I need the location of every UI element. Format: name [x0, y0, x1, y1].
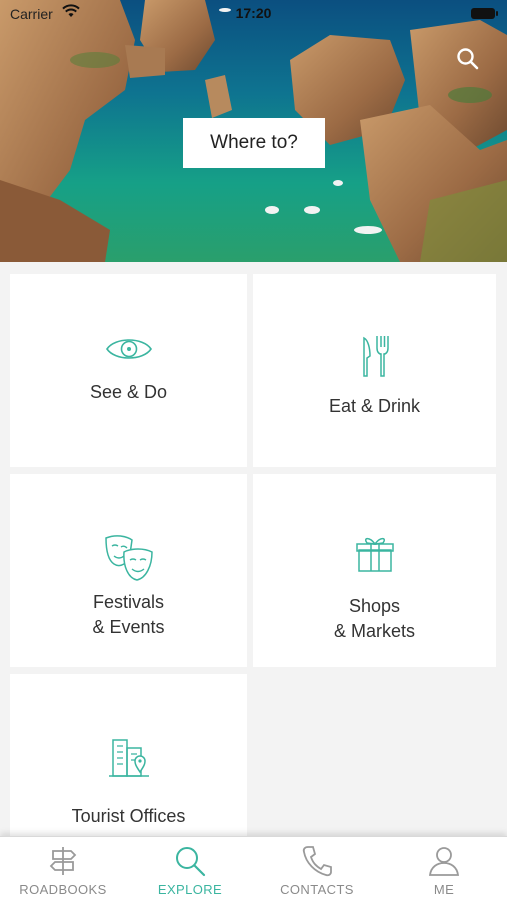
search-icon: [457, 48, 479, 70]
theater-masks-icon: [104, 535, 153, 581]
category-eat-and-drink[interactable]: Eat & Drink: [253, 274, 496, 467]
phone-icon: [302, 846, 332, 877]
search-button[interactable]: [455, 46, 481, 72]
where-to-button[interactable]: Where to?: [183, 118, 325, 168]
hero-image: Carrier 17:20 Where to?: [0, 0, 507, 262]
tab-bar: ROADBOOKS EXPLORE CONTACTS ME: [0, 836, 507, 900]
battery-icon: [471, 8, 498, 19]
user-icon: [428, 847, 460, 876]
category-label: See & Do: [89, 382, 168, 402]
tab-me[interactable]: ME: [381, 837, 507, 900]
tab-label: ROADBOOKS: [19, 882, 107, 897]
tab-label: ME: [433, 882, 455, 897]
category-label: Shops & Markets: [333, 596, 416, 641]
eye-icon: [105, 339, 152, 359]
category-label: Festivals & Events: [92, 592, 165, 637]
fork-knife-icon: [362, 336, 389, 377]
category-shops-and-markets[interactable]: Shops & Markets: [253, 474, 496, 667]
category-grid: See & Do Eat & Drink Festivals & Events: [0, 262, 507, 840]
building-pin-icon: [108, 739, 149, 777]
signpost-icon: [49, 847, 77, 875]
category-label: Eat & Drink: [328, 396, 421, 416]
tab-contacts[interactable]: CONTACTS: [254, 837, 380, 900]
category-see-and-do[interactable]: See & Do: [10, 274, 247, 467]
tab-explore[interactable]: EXPLORE: [127, 837, 253, 900]
search-icon: [176, 847, 206, 877]
status-time: 17:20: [235, 5, 272, 21]
tab-roadbooks[interactable]: ROADBOOKS: [0, 837, 126, 900]
category-tourist-offices[interactable]: Tourist Offices: [10, 674, 247, 840]
tab-label: EXPLORE: [157, 882, 223, 897]
gift-icon: [355, 537, 394, 572]
category-festivals-and-events[interactable]: Festivals & Events: [10, 474, 247, 667]
status-bar: Carrier 17:20: [0, 0, 507, 28]
category-label: Tourist Offices: [71, 806, 186, 826]
tab-label: CONTACTS: [280, 882, 354, 897]
